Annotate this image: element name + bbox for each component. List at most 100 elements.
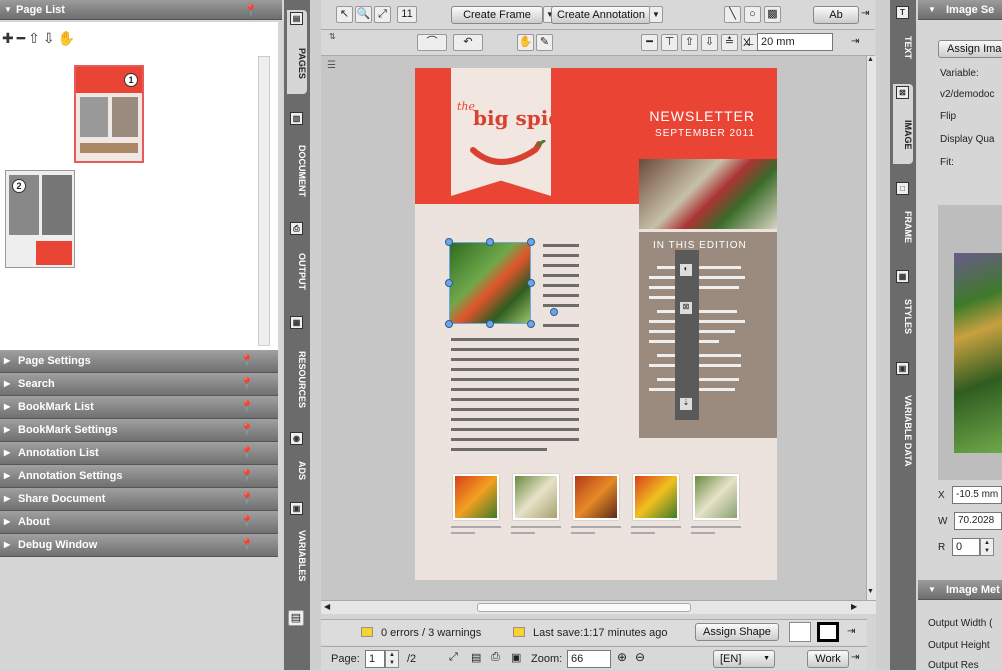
workspace-select[interactable]: Work <box>807 650 849 668</box>
resize-handle[interactable] <box>445 279 453 287</box>
tab-pages[interactable]: ▤ PAGES <box>287 10 307 94</box>
tab-strip-icon[interactable]: ▤ <box>288 610 304 626</box>
section-debug-window[interactable]: ▶ Debug Window 📍 <box>0 534 278 557</box>
status-expand-icon[interactable]: ⇥ <box>847 626 855 637</box>
align-up-icon[interactable]: ⇧ <box>681 34 698 51</box>
resize-handle[interactable] <box>486 238 494 246</box>
create-annotation-dropdown-icon[interactable]: ▼ <box>649 6 663 23</box>
page-stepper[interactable]: ▲ ▼ <box>385 650 399 668</box>
selected-image-frame[interactable] <box>449 242 531 324</box>
section-bookmark-settings[interactable]: ▶ BookMark Settings 📍 <box>0 419 278 442</box>
create-frame-button[interactable]: Create Frame <box>451 6 543 24</box>
x-position-input[interactable]: 20 mm <box>757 33 833 51</box>
tab-text[interactable]: T TEXT <box>893 4 913 70</box>
scroll-right-icon[interactable]: ▶ <box>851 602 857 611</box>
fit-icon[interactable]: ⤢ <box>374 6 391 23</box>
pan-tool-icon[interactable]: ✋ <box>517 34 534 51</box>
section-search[interactable]: ▶ Search 📍 <box>0 373 278 396</box>
canvas-vscrollbar[interactable]: ▲ ▼ <box>866 56 876 600</box>
zoom-input[interactable]: 66 <box>567 650 611 668</box>
rotate-handle[interactable] <box>550 308 558 316</box>
errors-status[interactable]: 0 errors / 3 warnings <box>381 627 481 639</box>
pin-icon[interactable]: 📍 <box>240 488 254 510</box>
pin-icon[interactable]: 📍 <box>240 419 254 441</box>
pin-icon[interactable]: 📍 <box>240 465 254 487</box>
section-share-document[interactable]: ▶ Share Document 📍 <box>0 488 278 511</box>
pin-icon[interactable]: 📍 <box>240 442 254 464</box>
resize-handle[interactable] <box>445 320 453 328</box>
pin-icon[interactable]: 📍 <box>240 373 254 395</box>
image-settings-header[interactable]: ▼ Image Se <box>918 0 1002 20</box>
rotation-stepper[interactable]: ▲ ▼ <box>980 538 994 556</box>
fit-page-icon[interactable]: ⤢ <box>449 651 458 664</box>
image-tool-icon[interactable]: ▩ <box>764 6 781 23</box>
image-width-input[interactable]: 70.2028 <box>954 512 1002 530</box>
align-down-icon[interactable]: ⇩ <box>701 34 718 51</box>
create-annotation-button[interactable]: Create Annotation <box>551 6 651 24</box>
pin-icon[interactable]: 📍 <box>240 534 254 556</box>
move-down-icon[interactable]: ⇩ <box>43 30 58 46</box>
ellipse-tool-icon[interactable]: ○ <box>744 6 761 23</box>
align-left-icon[interactable]: ━ <box>641 34 658 51</box>
add-page-icon[interactable]: ✚ <box>2 30 17 46</box>
scroll-down-icon[interactable]: ▼ <box>867 588 874 595</box>
fill-color-swatch[interactable] <box>789 622 811 642</box>
section-annotation-settings[interactable]: ▶ Annotation Settings 📍 <box>0 465 278 488</box>
tab-frame[interactable]: □ FRAME <box>893 180 913 252</box>
tab-resources[interactable]: ▦ RESOURCES <box>287 314 307 424</box>
toolbar-expand-icon[interactable]: ⇥ <box>851 36 859 47</box>
zoom-in-icon[interactable]: ⊕ <box>617 650 627 664</box>
distribute-icon[interactable]: ≛ <box>721 34 738 51</box>
remove-page-icon[interactable]: ━ <box>17 30 28 46</box>
resize-handle[interactable] <box>527 279 535 287</box>
float-edit-icon[interactable]: ◐ <box>680 264 692 276</box>
pin-icon[interactable]: 📍 <box>244 1 258 21</box>
canvas-menu-icon[interactable]: ☰ <box>327 60 336 71</box>
eyedropper-icon[interactable]: ✎ <box>536 34 553 51</box>
toolbar-expand-icon[interactable]: ⇥ <box>861 8 869 19</box>
stroke-color-swatch[interactable] <box>817 622 839 642</box>
image-rotation-input[interactable]: 0 <box>952 538 980 556</box>
canvas-hscrollbar[interactable]: ◀ ▶ <box>321 600 876 614</box>
float-image-icon[interactable]: ⊠ <box>680 302 692 314</box>
section-about[interactable]: ▶ About 📍 <box>0 511 278 534</box>
document-canvas[interactable]: ☰ the big spicy NEWSLETTER SEPTEMBER 201… <box>321 56 868 600</box>
zoom-tool-icon[interactable]: 🔍 <box>355 6 372 23</box>
image-x-input[interactable]: -10.5 mm <box>952 486 1002 504</box>
hand-icon[interactable]: ✋ <box>58 30 78 46</box>
line-tool-icon[interactable]: ╲ <box>724 6 741 23</box>
print-icon[interactable]: ⎙ <box>491 651 500 664</box>
tab-styles[interactable]: ▦ STYLES <box>893 268 913 344</box>
section-annotation-list[interactable]: ▶ Annotation List 📍 <box>0 442 278 465</box>
pin-icon[interactable]: 📍 <box>240 511 254 533</box>
preview-icon[interactable]: ▣ <box>511 651 521 664</box>
resize-handle[interactable] <box>527 320 535 328</box>
tab-output[interactable]: ⎙ OUTPUT <box>287 220 307 300</box>
tab-variables[interactable]: ▣ VARIABLES <box>287 500 307 590</box>
arc-tool-icon[interactable]: ⌒ <box>417 34 447 51</box>
newsletter-page[interactable]: the big spicy NEWSLETTER SEPTEMBER 2011 … <box>415 68 777 580</box>
page-number-input[interactable]: 1 <box>365 650 385 668</box>
resize-handle[interactable] <box>445 238 453 246</box>
tab-variable-data[interactable]: ▣ VARIABLE DATA <box>893 360 913 480</box>
curve-tool-icon[interactable]: ↶ <box>453 34 483 51</box>
image-metadata-header[interactable]: ▼ Image Met <box>918 580 1002 600</box>
tab-document[interactable]: ▥ DOCUMENT <box>287 110 307 210</box>
copy-icon[interactable]: ▤ <box>471 651 481 664</box>
page-thumbnail-2[interactable]: 2 <box>5 170 75 268</box>
zoom-out-icon[interactable]: ⊖ <box>635 650 645 664</box>
actual-size-button[interactable]: 11 <box>397 6 417 23</box>
text-style-button[interactable]: Ab <box>813 6 859 24</box>
section-bookmark-list[interactable]: ▶ BookMark List 📍 <box>0 396 278 419</box>
language-select[interactable]: [EN] ▼ <box>713 650 775 668</box>
align-top-icon[interactable]: ⊤ <box>661 34 678 51</box>
bottom-expand-icon[interactable]: ⇥ <box>851 652 859 663</box>
pin-icon[interactable]: 📍 <box>240 396 254 418</box>
scroll-thumb[interactable] <box>477 603 691 612</box>
page-list-header[interactable]: ▼ Page List 📍 <box>0 0 282 20</box>
scroll-up-icon[interactable]: ▲ <box>867 56 874 63</box>
section-page-settings[interactable]: ▶ Page Settings 📍 <box>0 350 278 373</box>
pin-icon[interactable]: 📍 <box>240 350 254 372</box>
tab-ads[interactable]: ◉ ADS <box>287 430 307 490</box>
select-tool-icon[interactable]: ↖ <box>336 6 353 23</box>
